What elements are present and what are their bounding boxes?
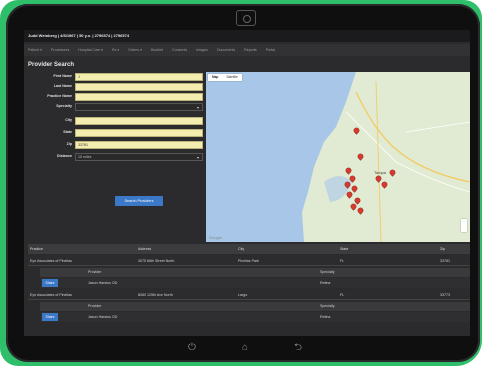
- distance-row: Distance 15 miles ▾: [28, 152, 206, 161]
- address-cell: 8080 125th Ave North: [138, 293, 173, 297]
- nav-item-hospital-care[interactable]: Hospital Care ▾: [78, 48, 103, 52]
- nav-item-rx[interactable]: Rx ▾: [112, 48, 119, 52]
- nav-item-images[interactable]: Images: [196, 48, 208, 52]
- home-icon[interactable]: ⌂: [242, 340, 248, 356]
- specialty-label: Specialty: [56, 104, 72, 108]
- provider-specialty: Retina: [320, 281, 331, 285]
- last-name-input[interactable]: [75, 82, 203, 91]
- zip-input[interactable]: 33781: [75, 140, 203, 149]
- specialty-col: Specialty: [320, 304, 335, 308]
- provider-subheader: Provider Specialty: [40, 268, 470, 277]
- city-cell: Pinellas Park: [238, 259, 259, 263]
- specialty-row: Specialty ▾: [28, 102, 206, 111]
- search-providers-button[interactable]: Search Providers: [115, 196, 163, 206]
- col-city[interactable]: City: [238, 244, 244, 254]
- provider-col: Provider: [88, 304, 102, 308]
- first-name-label: First Name: [53, 74, 72, 78]
- panel-title: Provider Search: [28, 62, 75, 68]
- share-button[interactable]: Share: [42, 313, 58, 321]
- zip-label: Zip: [66, 142, 72, 146]
- zip-cell: 33773: [440, 293, 450, 297]
- map-city-label: Tampa: [374, 170, 387, 175]
- nav-item-procedures[interactable]: Procedures: [51, 48, 69, 52]
- back-icon[interactable]: ⮌: [294, 340, 302, 356]
- tab-satellite[interactable]: Satellite: [222, 74, 241, 81]
- col-zip[interactable]: Zip: [440, 244, 445, 254]
- state-input[interactable]: [75, 128, 203, 137]
- col-state[interactable]: State: [340, 244, 348, 254]
- state-row: State: [28, 128, 206, 137]
- nav-item-documents[interactable]: Documents: [217, 48, 235, 52]
- results-table: Practice Address City State Zip Eye Asso…: [28, 244, 470, 336]
- nav-item-orders[interactable]: Orders ▾: [128, 48, 142, 52]
- state-cell: FL: [340, 259, 345, 263]
- nav-item-booklet[interactable]: Booklet: [151, 48, 163, 52]
- practice-name-input[interactable]: [75, 92, 203, 101]
- provider-specialty: Retina: [320, 315, 331, 319]
- practice-cell: Eye Associates of Pinellas: [30, 259, 72, 263]
- nav-item-portal[interactable]: Portal: [266, 48, 275, 52]
- specialty-col: Specialty: [320, 270, 335, 274]
- city-cell: Largo: [238, 293, 248, 297]
- col-practice[interactable]: Practice: [30, 244, 43, 254]
- map-type-tabs: Map Satellite: [208, 74, 242, 81]
- distance-label: Distance: [57, 154, 72, 158]
- provider-subheader: Provider Specialty: [40, 302, 470, 311]
- state-label: State: [63, 130, 72, 134]
- zip-row: Zip 33781: [28, 140, 206, 149]
- google-logo: Google: [209, 235, 222, 240]
- tablet-frame: Judd Weinberg | 4/5/1967 | 50 y.o. | 279…: [6, 4, 480, 362]
- camera: [236, 10, 256, 26]
- map-zoom-control[interactable]: [461, 219, 467, 232]
- city-label: City: [65, 118, 72, 122]
- last-name-label: Last Name: [53, 84, 72, 88]
- first-name-input[interactable]: J: [75, 72, 203, 81]
- practice-cell: Eye Associates of Pinellas: [30, 293, 72, 297]
- city-row: City: [28, 116, 206, 125]
- last-name-row: Last Name: [28, 82, 206, 91]
- zip-cell: 33781: [440, 259, 450, 263]
- practice-name-row: Practice Name: [28, 92, 206, 101]
- city-input[interactable]: [75, 116, 203, 125]
- nav-bar: Patient ▾ Procedures Hospital Care ▾ Rx …: [24, 44, 470, 56]
- col-address[interactable]: Address: [138, 244, 151, 254]
- distance-value: 15 miles: [78, 154, 92, 159]
- address-cell: 3075 66th Street North: [138, 259, 175, 263]
- table-row[interactable]: Eye Associates of Pinellas 8080 125th Av…: [28, 290, 470, 300]
- provider-row: Share Jason Harstus OD Retina: [40, 278, 470, 288]
- practice-name-label: Practice Name: [47, 94, 72, 98]
- app-screen: Judd Weinberg | 4/5/1967 | 50 y.o. | 279…: [24, 30, 470, 336]
- table-header: Practice Address City State Zip: [28, 244, 470, 254]
- tab-map[interactable]: Map: [208, 74, 222, 81]
- chevron-down-icon: ▾: [196, 154, 199, 160]
- power-icon[interactable]: ⏻: [188, 340, 196, 356]
- nav-item-patient[interactable]: Patient ▾: [28, 48, 42, 52]
- provider-col: Provider: [88, 270, 102, 274]
- provider-row: Share Jason Harstus OD Retina: [40, 312, 470, 322]
- provider-name: Jason Harstus OD: [88, 315, 118, 319]
- provider-search-form: First Name J Last Name Practice Name Spe…: [28, 72, 206, 232]
- table-row[interactable]: Eye Associates of Pinellas 3075 66th Str…: [28, 256, 470, 266]
- state-cell: FL: [340, 293, 345, 297]
- provider-name: Jason Harstus OD: [88, 281, 118, 285]
- nav-item-reports[interactable]: Reports: [244, 48, 257, 52]
- android-softkeys: ⏻ ⌂ ⮌: [6, 340, 480, 356]
- chevron-down-icon: ▾: [196, 104, 199, 110]
- distance-select[interactable]: 15 miles ▾: [75, 152, 203, 161]
- map-view[interactable]: Map Satellite Tampa Google: [206, 72, 470, 242]
- first-name-row: First Name J: [28, 72, 206, 81]
- patient-bar: Judd Weinberg | 4/5/1967 | 50 y.o. | 279…: [24, 30, 470, 42]
- share-button[interactable]: Share: [42, 279, 58, 287]
- map-canvas: [206, 72, 470, 242]
- nav-item-consents[interactable]: Consents: [172, 48, 187, 52]
- specialty-select[interactable]: ▾: [75, 102, 203, 111]
